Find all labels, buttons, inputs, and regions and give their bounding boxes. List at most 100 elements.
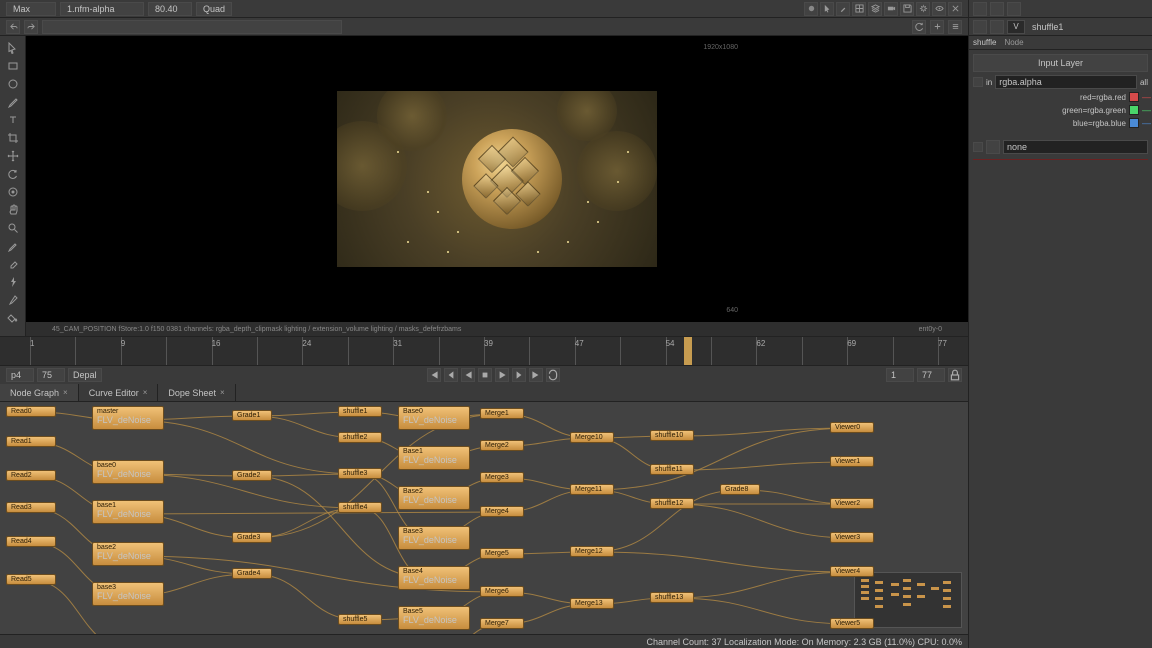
panel-pin-icon[interactable] bbox=[990, 2, 1004, 16]
node-e2[interactable]: Base2FLV_deNoise bbox=[398, 486, 470, 510]
text-icon[interactable] bbox=[4, 112, 22, 128]
node-j2[interactable]: Viewer2 bbox=[830, 498, 874, 509]
swatch-green[interactable] bbox=[1129, 105, 1139, 115]
layer-select[interactable]: rgba.alpha bbox=[995, 75, 1137, 89]
node-d3[interactable]: shuffle4 bbox=[338, 502, 382, 513]
playhead[interactable] bbox=[684, 337, 692, 365]
node-e4[interactable]: Base4FLV_deNoise bbox=[398, 566, 470, 590]
dropper-icon[interactable] bbox=[4, 292, 22, 308]
timeline-ruler[interactable]: 19162431394754626977 bbox=[30, 337, 938, 365]
node-g3[interactable]: Merge13 bbox=[570, 598, 614, 609]
panel-menu-icon[interactable] bbox=[1007, 2, 1021, 16]
hand-icon[interactable] bbox=[4, 202, 22, 218]
node-f5[interactable]: Merge6 bbox=[480, 586, 524, 597]
tl-field-3[interactable]: Depal bbox=[68, 368, 102, 382]
select-icon[interactable] bbox=[4, 40, 22, 56]
node-a4[interactable]: Read4 bbox=[6, 536, 56, 547]
tab-curve-editor[interactable]: Curve Editor× bbox=[79, 384, 159, 401]
plus-icon[interactable] bbox=[930, 20, 944, 34]
node-b3[interactable]: base2FLV_deNoise bbox=[92, 542, 164, 566]
step-fwd-icon[interactable] bbox=[512, 368, 526, 382]
bucket-icon[interactable] bbox=[4, 310, 22, 326]
node-f1[interactable]: Merge2 bbox=[480, 440, 524, 451]
node-d4[interactable]: shuffle5 bbox=[338, 614, 382, 625]
gear-icon[interactable] bbox=[916, 2, 930, 16]
bolt-icon[interactable] bbox=[4, 274, 22, 290]
node-a5[interactable]: Read5 bbox=[6, 574, 56, 585]
close-icon[interactable] bbox=[948, 2, 962, 16]
node-f3[interactable]: Merge4 bbox=[480, 506, 524, 517]
move-icon[interactable] bbox=[4, 148, 22, 164]
node-graph[interactable]: Read0Read1Read2Read3Read4Read5Read6maste… bbox=[0, 402, 968, 634]
eye-icon[interactable] bbox=[932, 2, 946, 16]
subtab-node[interactable]: Node bbox=[1004, 38, 1023, 47]
node-f0[interactable]: Merge1 bbox=[480, 408, 524, 419]
alpha-value[interactable]: 80.40 bbox=[148, 2, 192, 16]
play-icon[interactable] bbox=[495, 368, 509, 382]
loop-icon[interactable] bbox=[546, 368, 560, 382]
node-h3[interactable]: shuffle13 bbox=[650, 592, 694, 603]
subtab-shuffle[interactable]: shuffle bbox=[973, 38, 996, 47]
menu-icon[interactable] bbox=[948, 20, 962, 34]
node-g2[interactable]: Merge12 bbox=[570, 546, 614, 557]
target-icon[interactable] bbox=[4, 184, 22, 200]
node-h0[interactable]: shuffle10 bbox=[650, 430, 694, 441]
input-layer-button[interactable]: Input Layer bbox=[973, 54, 1148, 72]
redo-icon[interactable] bbox=[24, 20, 38, 34]
pen-icon[interactable] bbox=[4, 94, 22, 110]
node-a0[interactable]: Read0 bbox=[6, 406, 56, 417]
paint-icon[interactable] bbox=[4, 238, 22, 254]
path-field[interactable] bbox=[42, 20, 342, 34]
bottom-field[interactable]: none bbox=[1003, 140, 1148, 154]
viewport[interactable]: 1920x1080 bbox=[26, 36, 968, 322]
undo-icon[interactable] bbox=[6, 20, 20, 34]
tl-field-2[interactable]: 75 bbox=[37, 368, 65, 382]
swatch-blue[interactable] bbox=[1129, 118, 1139, 128]
node-c0[interactable]: Grade1 bbox=[232, 410, 272, 421]
step-back-icon[interactable] bbox=[444, 368, 458, 382]
zoom-icon[interactable] bbox=[4, 220, 22, 236]
skip-end-icon[interactable] bbox=[529, 368, 543, 382]
frame-start[interactable]: 1 bbox=[886, 368, 914, 382]
node-b1[interactable]: base0FLV_deNoise bbox=[92, 460, 164, 484]
lock-icon[interactable] bbox=[948, 368, 962, 382]
node-j4[interactable]: Viewer4 bbox=[830, 566, 874, 577]
node-h2[interactable]: shuffle12 bbox=[650, 498, 694, 509]
node-a1[interactable]: Read1 bbox=[6, 436, 56, 447]
node-c3[interactable]: Grade4 bbox=[232, 568, 272, 579]
checkbox-icon[interactable] bbox=[973, 142, 983, 152]
rect-icon[interactable] bbox=[4, 58, 22, 74]
circle-icon[interactable] bbox=[4, 76, 22, 92]
alpha-field[interactable]: 1.nfm-alpha bbox=[60, 2, 144, 16]
node-e5[interactable]: Base5FLV_deNoise bbox=[398, 606, 470, 630]
close-icon[interactable]: × bbox=[220, 388, 225, 397]
node-c2[interactable]: Grade3 bbox=[232, 532, 272, 543]
node-e1[interactable]: Base1FLV_deNoise bbox=[398, 446, 470, 470]
node-j5[interactable]: Viewer5 bbox=[830, 618, 874, 629]
close-icon[interactable]: × bbox=[63, 388, 68, 397]
panel-a-icon[interactable] bbox=[973, 20, 987, 34]
frame-end[interactable]: 77 bbox=[917, 368, 945, 382]
panel-lock-icon[interactable] bbox=[973, 2, 987, 16]
checkbox-icon[interactable] bbox=[973, 77, 983, 87]
pointer-icon[interactable] bbox=[820, 2, 834, 16]
eraser-icon[interactable] bbox=[4, 256, 22, 272]
stop-icon[interactable] bbox=[478, 368, 492, 382]
node-d2[interactable]: shuffle3 bbox=[338, 468, 382, 479]
rotate-icon[interactable] bbox=[4, 166, 22, 182]
node-e3[interactable]: Base3FLV_deNoise bbox=[398, 526, 470, 550]
node-a3[interactable]: Read3 bbox=[6, 502, 56, 513]
node-d0[interactable]: shuffle1 bbox=[338, 406, 382, 417]
max-field[interactable]: Max bbox=[6, 2, 56, 16]
node-e0[interactable]: Base0FLV_deNoise bbox=[398, 406, 470, 430]
node-b0[interactable]: masterFLV_deNoise bbox=[92, 406, 164, 430]
tl-field-1[interactable]: p4 bbox=[6, 368, 34, 382]
node-i0[interactable]: Grade8 bbox=[720, 484, 760, 495]
node-j0[interactable]: Viewer0 bbox=[830, 422, 874, 433]
skip-start-icon[interactable] bbox=[427, 368, 441, 382]
node-b4[interactable]: base3FLV_deNoise bbox=[92, 582, 164, 606]
swatch-red[interactable] bbox=[1129, 92, 1139, 102]
node-j3[interactable]: Viewer3 bbox=[830, 532, 874, 543]
node-j1[interactable]: Viewer1 bbox=[830, 456, 874, 467]
play-back-icon[interactable] bbox=[461, 368, 475, 382]
